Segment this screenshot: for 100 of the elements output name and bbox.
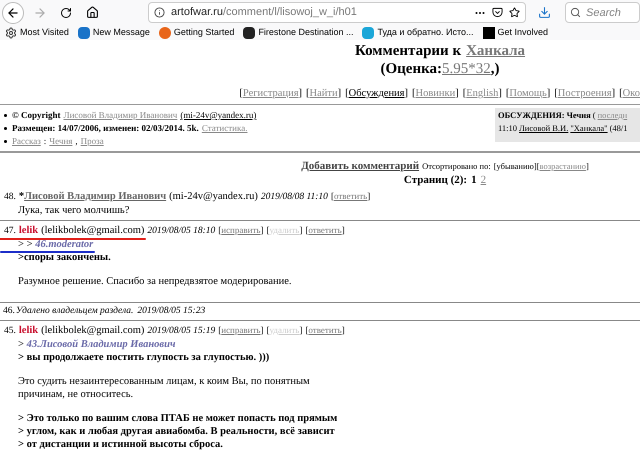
- bracket-text: [: [554, 87, 558, 101]
- action-link[interactable]: исправить: [221, 223, 260, 237]
- nav-link[interactable]: Новинки: [416, 87, 456, 101]
- comment-number: 45.: [4, 325, 16, 338]
- bracket-text: ]: [298, 87, 302, 101]
- action-link[interactable]: исправить: [221, 323, 260, 337]
- bracket-text: [: [305, 224, 308, 237]
- author-link[interactable]: *Лисовой Владимир Иванович: [18, 190, 166, 204]
- bracket-text: [: [306, 87, 310, 101]
- bracket-text: [: [412, 87, 416, 101]
- bracket-text: [: [619, 87, 623, 101]
- nav-link[interactable]: Найти: [310, 87, 338, 101]
- comment-date: 2019/08/08 11:10: [260, 191, 328, 204]
- bookmark-item[interactable]: Get Involved: [498, 26, 548, 40]
- email-link[interactable]: (mi-24v@yandex.ru): [169, 190, 258, 204]
- page-link[interactable]: 2: [480, 173, 486, 187]
- bracket-text: ]: [260, 224, 264, 237]
- bracket-text: ]: [586, 160, 589, 173]
- nav-link[interactable]: Построения: [558, 87, 612, 101]
- text-link[interactable]: Лисовой В.И.: [519, 122, 568, 135]
- text-link[interactable]: Чечня: [49, 135, 72, 148]
- author-link[interactable]: lelik: [18, 324, 38, 338]
- back-icon: [6, 6, 20, 20]
- add-comment-link[interactable]: Добавить комментарий: [301, 159, 420, 173]
- bookmark-item[interactable]: Most Visited: [20, 26, 69, 40]
- text-link[interactable]: Рассказ: [12, 135, 41, 148]
- comment-text: Разумное решение. Спасибо за непредвзятое модерирование.: [18, 275, 293, 288]
- text-link[interactable]: (mi-24v@yandex.ru): [180, 109, 256, 122]
- bracket-text: [: [218, 224, 222, 237]
- quoted-text: > Это только по вашим слова ПТАБ не может попасть под прямым: [18, 412, 338, 425]
- nav-link[interactable]: English: [466, 87, 498, 101]
- bookmark-item[interactable]: New Message: [92, 26, 150, 40]
- address-bar[interactable]: artofwar.ru/comment/l/lisowoj_w_i/h01: [148, 2, 526, 23]
- nav-link[interactable]: Обсуждения: [348, 87, 405, 101]
- bracket-text: ]: [498, 87, 502, 101]
- url-text: artofwar.ru/comment/l/lisowoj_w_i/h01: [171, 5, 358, 20]
- search-field[interactable]: Search: [565, 2, 640, 23]
- comment-number: 48.: [4, 191, 16, 204]
- sort-label: Отсортировано по:: [422, 160, 491, 173]
- title-link[interactable]: Ханкала: [466, 42, 526, 60]
- bracket-text: ]: [342, 224, 345, 237]
- nav-link[interactable]: Помощь: [509, 87, 547, 101]
- quoted-text: >споры закончены.: [18, 251, 111, 264]
- email-link[interactable]: (lelikbolek@gmail.com): [41, 224, 144, 238]
- comment-number: 47.: [4, 225, 16, 238]
- gear-icon: [5, 26, 17, 38]
- text-link[interactable]: последн: [598, 109, 628, 122]
- info-text: Размещен: 14/07/2006, изменен: 02/03/2014. 5k.: [12, 122, 199, 135]
- nav-link[interactable]: Регистрация: [242, 87, 299, 101]
- comment-text: Лука, так чего молчишь?: [18, 204, 130, 217]
- pocket-icon[interactable]: [492, 7, 503, 18]
- info-text: ,: [75, 135, 78, 148]
- text-link[interactable]: Статистика.: [202, 122, 248, 135]
- bracket-text: ]: [404, 87, 408, 101]
- text-link[interactable]: Лисовой Владимир Иванович: [63, 109, 178, 122]
- bracket-text: [: [494, 160, 497, 173]
- bracket-text: ]: [534, 160, 537, 173]
- quoted-text: > углом, как и любая другая авиабомба. В реальности, всё зависит: [18, 425, 335, 438]
- action-link[interactable]: ответить: [308, 223, 342, 237]
- home-icon: [86, 6, 98, 19]
- bracket-text: ]: [299, 224, 302, 237]
- comment-date: 2019/08/05 18:10: [147, 225, 216, 238]
- bracket-text: [: [239, 87, 243, 101]
- quote-reference: > 43.Лисовой Владимир Иванович: [18, 338, 176, 351]
- action-link[interactable]: ответить: [334, 189, 368, 203]
- text-link[interactable]: "Ханкала": [570, 122, 608, 135]
- bullet-icon: [4, 127, 7, 130]
- sort-option[interactable]: убыванию: [496, 159, 534, 173]
- quote-reference: > > 46.moderator: [18, 238, 94, 251]
- bracket-text: ]: [367, 190, 370, 203]
- bracket-text: [: [506, 87, 510, 101]
- pages-label: Страниц (2):: [404, 173, 468, 187]
- bookmark-item[interactable]: Туда и обратно. Исто...: [377, 26, 474, 40]
- back-button[interactable]: [2, 2, 24, 24]
- page-link[interactable]: 1: [471, 173, 477, 187]
- action-link[interactable]: ответить: [308, 323, 342, 337]
- bracket-text: [: [330, 190, 334, 203]
- info-text: © Copyright: [12, 109, 60, 122]
- bracket-text: [: [536, 160, 540, 173]
- comment-number: 46.: [3, 305, 15, 318]
- info-text: ОБСУЖДЕНИЯ: Чечня: [498, 109, 591, 122]
- sort-option[interactable]: возрастанию: [540, 159, 586, 173]
- rating-label: (Оценка:: [380, 60, 442, 78]
- rating-link[interactable]: 5.95*32: [442, 60, 491, 78]
- bookmark-item[interactable]: Getting Started: [174, 26, 234, 40]
- bookmark-star-icon[interactable]: [509, 7, 520, 18]
- quoted-text: > вы продолжаете постить глупость за глупостью. ))): [18, 351, 270, 364]
- bracket-text: ]: [260, 324, 264, 337]
- info-text: :: [44, 135, 46, 148]
- email-link[interactable]: (lelikbolek@gmail.com): [41, 324, 144, 338]
- bookmark-item[interactable]: Firestone Destination ...: [258, 26, 354, 40]
- download-icon[interactable]: [538, 6, 551, 19]
- text-link[interactable]: Проза: [80, 135, 104, 148]
- nav-link[interactable]: Око: [622, 87, 640, 101]
- bracket-text: ]: [299, 324, 302, 337]
- author-link[interactable]: lelik: [18, 224, 38, 238]
- bracket-text: ]: [338, 87, 342, 101]
- info-icon[interactable]: [154, 7, 165, 18]
- comment-date: 2019/08/05 15:19: [147, 325, 216, 338]
- deleted-notice: Удалено владельцем раздела.: [16, 305, 134, 318]
